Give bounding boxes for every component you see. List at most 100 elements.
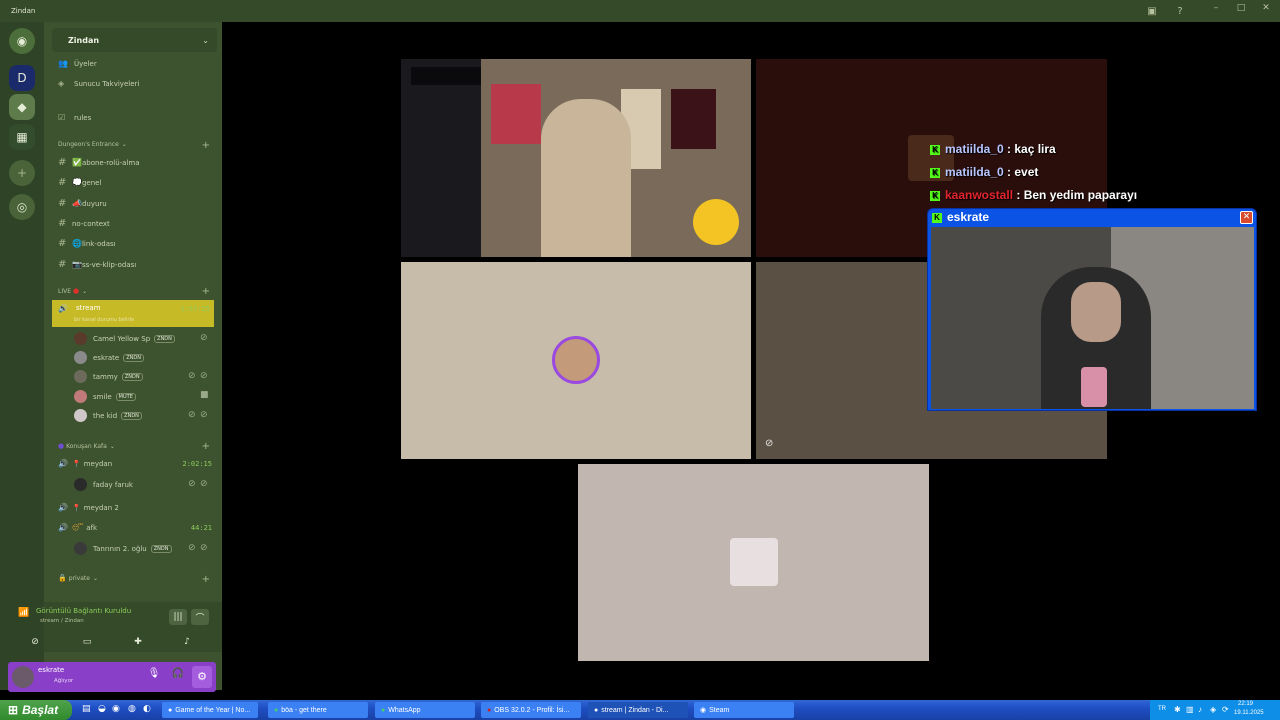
webcam-title: Keskrate — [932, 210, 989, 224]
quicklaunch-obs-icon[interactable]: ◐ — [143, 704, 151, 714]
task-obs[interactable]: ● OBS 32.0.2 - Profil: İsi... — [481, 702, 581, 718]
close-icon[interactable]: ✕ — [1240, 211, 1253, 224]
sidebar-item-boosts[interactable]: ◈ Sunucu Takviyeleri — [58, 79, 139, 88]
add-channel-icon[interactable]: + — [202, 140, 210, 151]
user-name: faday faruk — [93, 480, 133, 489]
maximize-button[interactable]: □ — [1232, 3, 1250, 17]
stream-channel[interactable]: 🔊 stream 1:57:25 bir kanal durumu belirl… — [52, 300, 214, 327]
user-tag: MUTE — [115, 392, 136, 401]
soundboard-button[interactable]: ♪ — [174, 634, 200, 650]
video-tile-user[interactable] — [401, 262, 751, 459]
activities-button[interactable]: ✚ — [125, 634, 151, 650]
voice-channel[interactable]: 🔊 📍 meydan — [58, 459, 112, 468]
channel-label: stream — [76, 304, 101, 312]
voice-user[interactable]: faday faruk — [74, 478, 133, 491]
quicklaunch-folder-icon[interactable]: ▤ — [82, 704, 91, 714]
task-firefox[interactable]: ● Game of the Year | No... — [162, 702, 258, 718]
update-icon[interactable]: ⟳ — [1222, 705, 1229, 714]
mute-icon: ⊘ — [188, 371, 196, 381]
microphone-icon[interactable]: 🎙 — [145, 668, 163, 686]
add-channel-icon[interactable]: + — [202, 574, 210, 585]
voice-channel[interactable]: 🔊 📍 meydan 2 — [58, 503, 119, 512]
close-button[interactable]: ✕ — [1257, 3, 1275, 17]
add-server-icon[interactable]: + — [9, 160, 35, 186]
video-tile-user[interactable] — [578, 464, 929, 661]
user-tag: ZNDN — [154, 334, 175, 343]
text-channel[interactable]: # 📷 ss-ve-klip-odası — [58, 259, 136, 270]
start-button[interactable]: ⊞ Başlat — [0, 700, 72, 720]
server-icon-zindan[interactable]: ◆ — [9, 94, 35, 120]
clock-date[interactable]: 19.11.2025 — [1234, 710, 1264, 716]
category-live[interactable]: LIVE ● ⌄ — [58, 287, 87, 295]
text-channel[interactable]: # 🌐 link-odası — [58, 238, 116, 249]
quicklaunch-discord-icon[interactable]: ◒ — [98, 704, 106, 714]
voice-user[interactable]: eskrate ZNDN — [74, 351, 144, 364]
add-channel-icon[interactable]: + — [202, 441, 210, 452]
category-talk[interactable]: ● Konuşan Kafa ⌄ — [58, 442, 115, 450]
category-private[interactable]: 🔒 private ⌄ — [58, 574, 98, 582]
text-channel[interactable]: # 💭 genel — [58, 177, 101, 188]
volume-icon[interactable]: ♪ — [1198, 705, 1202, 714]
disconnect-button[interactable]: ⌒ — [191, 609, 209, 625]
minimize-button[interactable]: – — [1207, 3, 1225, 17]
bluetooth-icon[interactable]: ✱ — [1174, 705, 1181, 714]
avatar — [730, 538, 778, 586]
voice-user[interactable]: smile MUTE — [74, 390, 136, 403]
task-steam[interactable]: ◉ Steam — [694, 702, 794, 718]
network-icon[interactable]: ▥ — [1186, 705, 1194, 714]
voice-user[interactable]: Tanrının 2. oğlu ZNDN — [74, 542, 172, 555]
category-dungeon[interactable]: Dungeon's Entrance ⌄ — [58, 141, 127, 148]
sidebar-item-members[interactable]: 👥 Üyeler — [58, 59, 97, 68]
text-channel[interactable]: # ✅ abone-rolü-alma — [58, 157, 140, 168]
text-channel[interactable]: # no-context — [58, 218, 110, 229]
windows-logo-icon: ⊞ — [8, 703, 19, 717]
start-label: Başlat — [22, 703, 59, 717]
shield-icon[interactable]: ◈ — [1210, 705, 1216, 714]
server-icon-group[interactable]: ▦ — [9, 124, 35, 150]
voice-channel[interactable]: 🔊 😴 afk — [58, 523, 97, 532]
text-channel[interactable]: # 📣 duyuru — [58, 198, 107, 209]
sidebar-item-rules[interactable]: ☑ rules — [58, 113, 91, 122]
help-icon[interactable]: ? — [1173, 4, 1187, 18]
noise-suppression-button[interactable]: ||| — [169, 609, 187, 625]
language-indicator[interactable]: TR — [1158, 706, 1166, 712]
channel-emoji: 📣 — [72, 199, 82, 208]
voice-user[interactable]: tammy ZNDN — [74, 370, 143, 383]
video-tile-main[interactable] — [401, 59, 751, 257]
voice-user[interactable]: Camel Yellow Sp ZNDN — [74, 332, 175, 345]
quicklaunch-steam-icon[interactable]: ◉ — [112, 704, 120, 714]
headphones-icon[interactable]: 🎧 — [169, 668, 187, 686]
quicklaunch-browser-icon[interactable]: ◍ — [128, 704, 136, 714]
channel-label: link-odası — [81, 239, 116, 248]
settings-gear-icon[interactable]: ⚙ — [192, 666, 212, 688]
channel-label: ss-ve-klip-odası — [81, 260, 137, 269]
chevron-down-icon: ⌄ — [92, 574, 98, 582]
face — [1071, 282, 1121, 342]
task-discord[interactable]: ● stream | Zindan - Di... — [588, 702, 688, 718]
voice-user[interactable]: the kid ZNDN — [74, 409, 142, 422]
screen-share-button[interactable]: ▭ — [74, 634, 100, 650]
inbox-icon[interactable]: ▣ — [1145, 4, 1159, 18]
connection-status[interactable]: Görüntülü Bağlantı Kuruldu — [36, 607, 131, 615]
kick-icon: K — [932, 213, 942, 223]
explore-icon[interactable]: ◎ — [9, 194, 35, 220]
clock-time[interactable]: 22:19 — [1238, 701, 1253, 707]
task-whatsapp[interactable]: ● WhatsApp — [375, 702, 475, 718]
chat-message: : Ben yedim paparayı — [1013, 188, 1138, 202]
user-name: smile — [93, 392, 112, 401]
server-name: Zindan — [68, 35, 100, 45]
camera-off-button[interactable]: ⊘ — [22, 634, 48, 650]
server-header[interactable]: Zindan ⌄ — [52, 28, 217, 52]
steam-server-icon[interactable]: ◉ — [9, 28, 35, 54]
sidebar-item-label: Üyeler — [74, 59, 97, 68]
category-label: Dungeon's Entrance — [58, 141, 119, 148]
task-spotify[interactable]: ● böa - get there — [268, 702, 368, 718]
add-channel-icon[interactable]: + — [202, 286, 210, 297]
avatar[interactable] — [12, 666, 34, 688]
hash-icon: # — [58, 157, 67, 168]
server-icon-d[interactable]: D — [9, 65, 35, 91]
user-name[interactable]: eskrate — [38, 666, 64, 674]
avatar — [74, 409, 87, 422]
webcam-feed — [931, 227, 1254, 409]
rules-icon: ☑ — [58, 113, 66, 122]
